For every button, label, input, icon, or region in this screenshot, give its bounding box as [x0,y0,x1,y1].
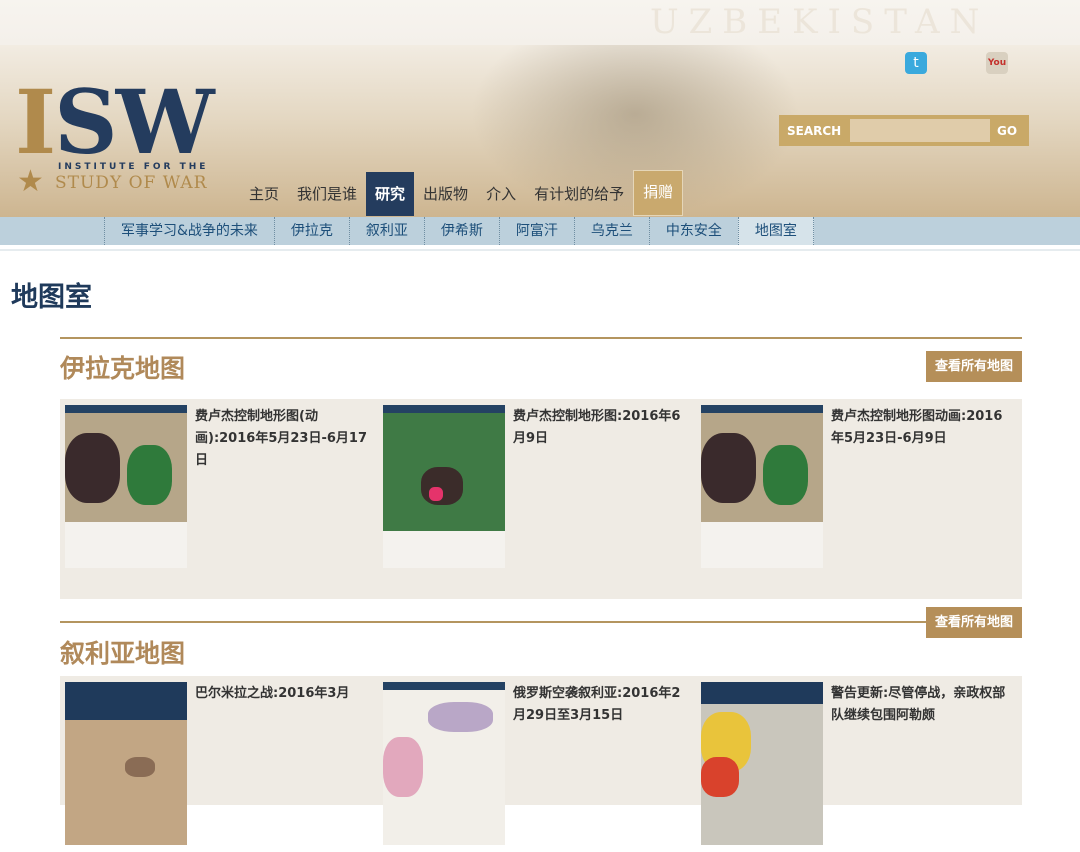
isw-logo[interactable]: ISW ★ INSTITUTE FOR THE STUDY OF WAR [15,70,230,199]
map-thumbnail[interactable] [65,682,187,845]
logo-study: STUDY OF WAR [55,173,208,193]
map-watermark: UZBEKISTAN [650,2,990,42]
nav-item-publications[interactable]: 出版物 [414,172,477,216]
nav-item-donate[interactable]: 捐赠 [633,170,684,216]
subnav-item-military-learning[interactable]: 军事学习&战争的未来 [104,217,274,245]
map-thumbnail[interactable] [701,405,823,568]
subnav-item-isis[interactable]: 伊希斯 [423,217,499,245]
nav-item-get-involved[interactable]: 介入 [477,172,525,216]
subnav-item-syria[interactable]: 叙利亚 [348,217,424,245]
search-go-button[interactable]: GO [997,124,1017,138]
map-card-title[interactable]: 费卢杰控制地形图动画:2016年5月23日-6月9日 [831,406,1011,450]
map-panel-syria: 巴尔米拉之战:2016年3月 俄罗斯空袭叙利亚:2016年2月29日至3月15日… [60,676,1022,845]
logo-wordmark: ISW [15,70,215,174]
sub-nav: 军事学习&战争的未来 伊拉克 叙利亚 伊希斯 阿富汗 乌克兰 中东安全 地图室 [0,217,1080,245]
map-card[interactable]: 俄罗斯空袭叙利亚:2016年2月29日至3月15日 [378,682,696,852]
top-strip: UZBEKISTAN [0,0,1080,45]
nav-item-home[interactable]: 主页 [240,172,288,216]
nav-item-about[interactable]: 我们是谁 [288,172,366,216]
logo-institute: INSTITUTE FOR THE [58,162,209,172]
subnav-item-ukraine[interactable]: 乌克兰 [573,217,649,245]
section-title-syria: 叙利亚地图 [60,639,186,668]
map-card-title[interactable]: 巴尔米拉之战:2016年3月 [195,683,375,705]
map-card[interactable]: 巴尔米拉之战:2016年3月 [60,682,378,852]
subnav-item-map-room[interactable]: 地图室 [737,217,814,245]
map-card-title[interactable]: 费卢杰控制地形图:2016年6月9日 [513,406,693,450]
search-box: SEARCH GO [779,115,1029,146]
view-all-maps-button[interactable]: 查看所有地图 [926,607,1022,638]
nav-item-planned-giving[interactable]: 有计划的给予 [525,172,633,216]
subnav-item-afghanistan[interactable]: 阿富汗 [498,217,574,245]
section-divider [60,337,1022,339]
map-thumbnail[interactable] [701,682,823,845]
star-icon: ★ [17,164,44,199]
youtube-icon[interactable]: You [986,52,1008,74]
map-thumbnail[interactable] [383,682,505,845]
map-card[interactable]: 费卢杰控制地形图:2016年6月9日 [378,405,696,575]
map-card[interactable]: 费卢杰控制地形图(动画):2016年5月23日-6月17日 [60,405,378,575]
nav-divider [0,249,1080,251]
map-thumbnail[interactable] [65,405,187,568]
subnav-item-iraq[interactable]: 伊拉克 [273,217,349,245]
map-card-title[interactable]: 俄罗斯空袭叙利亚:2016年2月29日至3月15日 [513,683,693,727]
map-card[interactable]: 费卢杰控制地形图动画:2016年5月23日-6月9日 [696,405,1014,575]
map-card[interactable]: 警告更新:尽管停战，亲政权部队继续包围阿勒颇 [696,682,1014,852]
twitter-icon[interactable]: t [905,52,927,74]
section-title-iraq: 伊拉克地图 [60,354,186,383]
search-input[interactable] [850,119,990,142]
nav-item-research[interactable]: 研究 [366,172,415,216]
view-all-maps-button[interactable]: 查看所有地图 [926,351,1022,382]
section-divider [60,621,1022,623]
map-card-title[interactable]: 费卢杰控制地形图(动画):2016年5月23日-6月17日 [195,406,375,472]
main-nav: 主页 我们是谁 研究 出版物 介入 有计划的给予 捐赠 [240,170,684,216]
search-label: SEARCH [787,124,842,138]
map-thumbnail[interactable] [383,405,505,568]
page-title: 地图室 [11,282,92,313]
map-panel-iraq: 费卢杰控制地形图(动画):2016年5月23日-6月17日 费卢杰控制地形图:2… [60,399,1022,599]
map-card-title[interactable]: 警告更新:尽管停战，亲政权部队继续包围阿勒颇 [831,683,1011,727]
subnav-item-middle-east[interactable]: 中东安全 [648,217,738,245]
